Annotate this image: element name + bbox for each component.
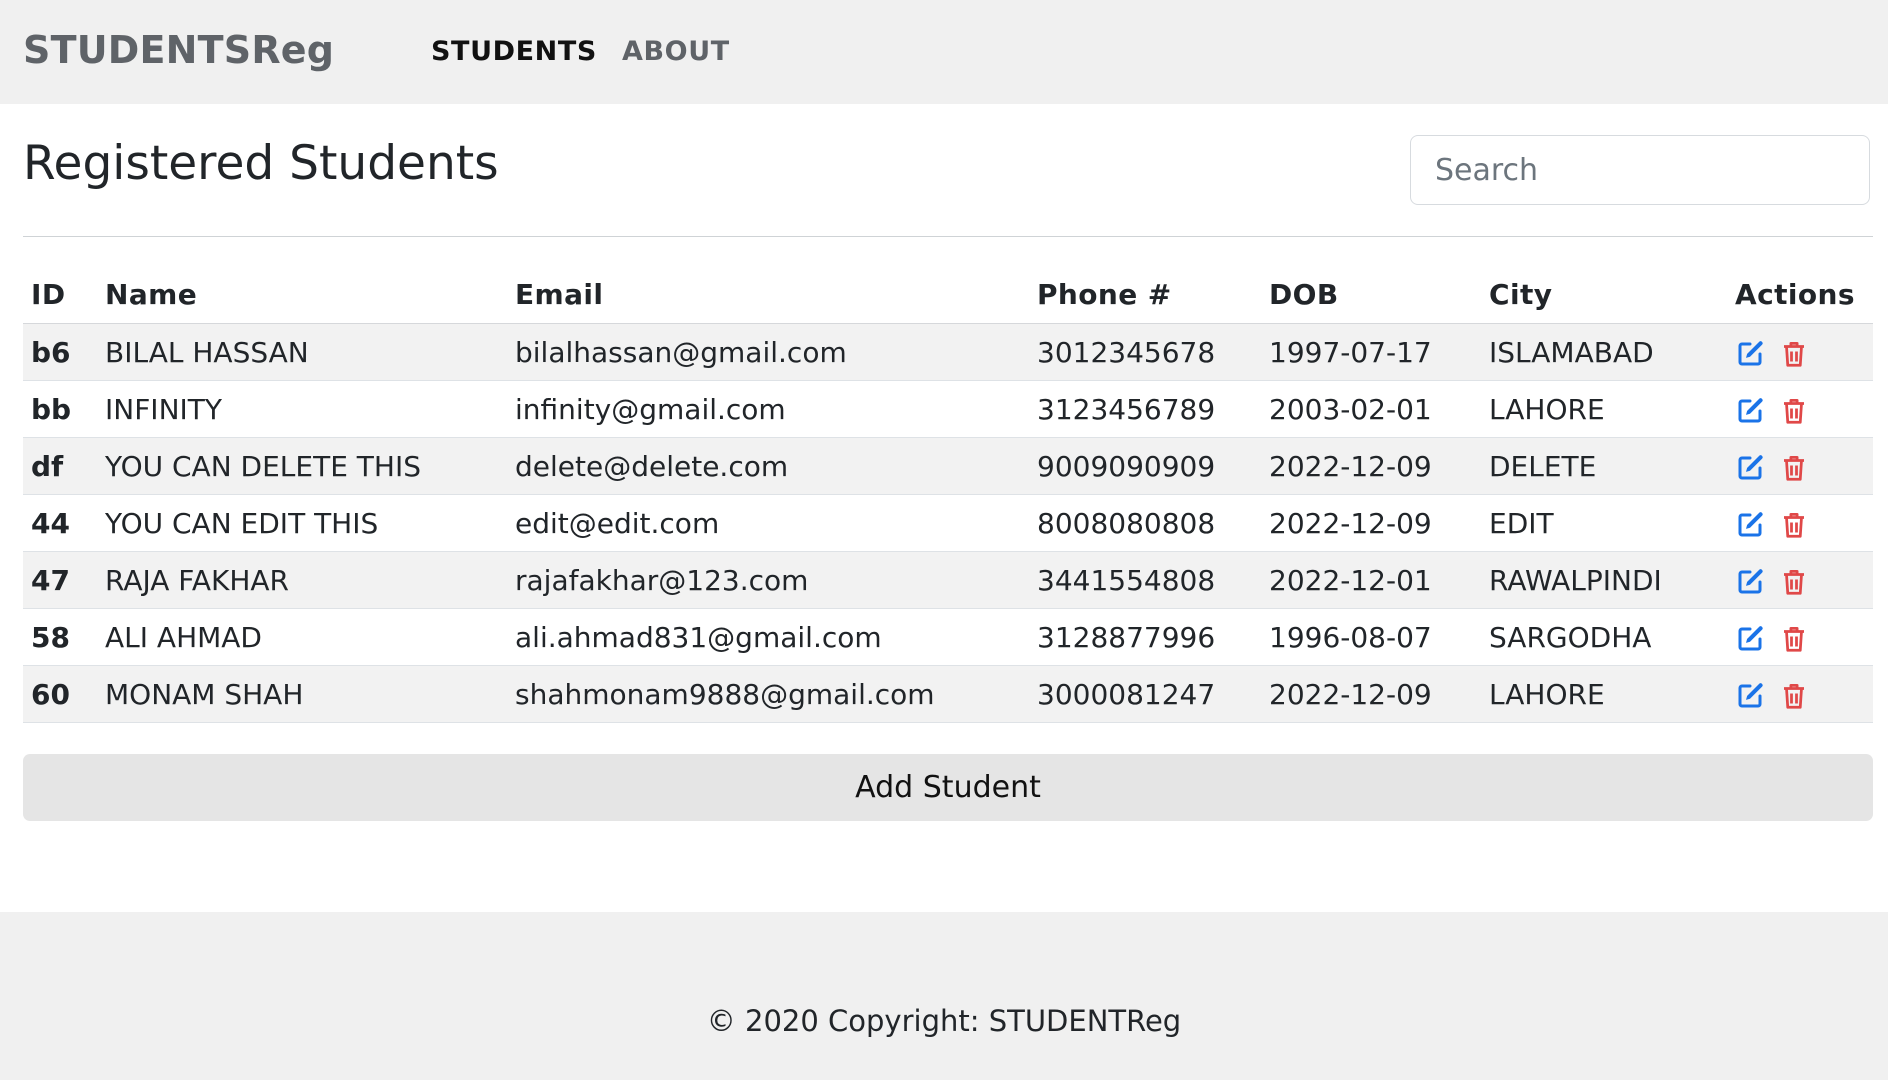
footer: © 2020 Copyright: STUDENTReg (0, 912, 1888, 1080)
trash-icon[interactable] (1779, 453, 1809, 483)
cell-city: LAHORE (1481, 665, 1727, 723)
edit-icon[interactable] (1735, 567, 1765, 597)
cell-phone: 3128877996 (1029, 608, 1261, 666)
table-row: 47 RAJA FAKHAR rajafakhar@123.com 344155480… (23, 551, 1873, 609)
cell-email: infinity@gmail.com (507, 380, 1029, 438)
column-header-email: Email (507, 266, 1029, 324)
edit-icon[interactable] (1735, 453, 1765, 483)
cell-dob: 2022-12-09 (1261, 437, 1481, 495)
cell-phone: 3000081247 (1029, 665, 1261, 723)
cell-city: LAHORE (1481, 380, 1727, 438)
trash-icon[interactable] (1779, 339, 1809, 369)
table-row: df YOU CAN DELETE THIS delete@delete.com 90… (23, 437, 1873, 495)
table-row: 44 YOU CAN EDIT THIS edit@edit.com 80080808… (23, 494, 1873, 552)
table-body: b6 BILAL HASSAN bilalhassan@gmail.com 30123… (23, 323, 1873, 723)
cell-dob: 2022-12-01 (1261, 551, 1481, 609)
cell-email: bilalhassan@gmail.com (507, 323, 1029, 381)
cell-name: RAJA FAKHAR (97, 551, 507, 609)
cell-city: SARGODHA (1481, 608, 1727, 666)
cell-actions (1727, 437, 1873, 495)
cell-id: bb (23, 380, 97, 438)
cell-dob: 1996-08-07 (1261, 608, 1481, 666)
cell-phone: 9009090909 (1029, 437, 1261, 495)
edit-icon[interactable] (1735, 681, 1765, 711)
cell-email: delete@delete.com (507, 437, 1029, 495)
cell-actions (1727, 551, 1873, 609)
cell-city: DELETE (1481, 437, 1727, 495)
cell-actions (1727, 608, 1873, 666)
trash-icon[interactable] (1779, 624, 1809, 654)
nav-link-students[interactable]: STUDENTS (431, 36, 597, 67)
cell-email: rajafakhar@123.com (507, 551, 1029, 609)
cell-dob: 2022-12-09 (1261, 665, 1481, 723)
cell-name: MONAM SHAH (97, 665, 507, 723)
edit-icon[interactable] (1735, 624, 1765, 654)
trash-icon[interactable] (1779, 681, 1809, 711)
cell-name: YOU CAN EDIT THIS (97, 494, 507, 552)
trash-icon[interactable] (1779, 396, 1809, 426)
cell-id: df (23, 437, 97, 495)
column-header-id: ID (23, 266, 97, 324)
students-table: ID Name Email Phone # DOB City Actions b… (23, 266, 1873, 723)
cell-actions (1727, 494, 1873, 552)
cell-actions (1727, 380, 1873, 438)
cell-id: 58 (23, 608, 97, 666)
divider (23, 236, 1873, 237)
table-row: b6 BILAL HASSAN bilalhassan@gmail.com 30123… (23, 323, 1873, 381)
page-title: Registered Students (23, 136, 499, 191)
table-row: 58 ALI AHMAD ali.ahmad831@gmail.com 3128877… (23, 608, 1873, 666)
column-header-city: City (1481, 266, 1727, 324)
cell-id: b6 (23, 323, 97, 381)
cell-dob: 2022-12-09 (1261, 494, 1481, 552)
cell-city: ISLAMABAD (1481, 323, 1727, 381)
edit-icon[interactable] (1735, 510, 1765, 540)
cell-phone: 8008080808 (1029, 494, 1261, 552)
cell-name: INFINITY (97, 380, 507, 438)
footer-copyright: © 2020 Copyright: STUDENTReg (706, 1004, 1182, 1038)
cell-phone: 3012345678 (1029, 323, 1261, 381)
cell-name: BILAL HASSAN (97, 323, 507, 381)
cell-email: ali.ahmad831@gmail.com (507, 608, 1029, 666)
nav-link-about[interactable]: ABOUT (622, 36, 730, 67)
cell-id: 60 (23, 665, 97, 723)
trash-icon[interactable] (1779, 567, 1809, 597)
add-student-button[interactable]: Add Student (23, 754, 1873, 821)
column-header-actions: Actions (1727, 266, 1873, 324)
cell-name: YOU CAN DELETE THIS (97, 437, 507, 495)
cell-phone: 3441554808 (1029, 551, 1261, 609)
cell-phone: 3123456789 (1029, 380, 1261, 438)
cell-city: RAWALPINDI (1481, 551, 1727, 609)
cell-dob: 1997-07-17 (1261, 323, 1481, 381)
table-row: 60 MONAM SHAH shahmonam9888@gmail.com 30000… (23, 665, 1873, 723)
search-input[interactable] (1410, 135, 1870, 205)
edit-icon[interactable] (1735, 339, 1765, 369)
cell-actions (1727, 323, 1873, 381)
navbar: STUDENTSReg STUDENTS ABOUT (0, 0, 1888, 104)
edit-icon[interactable] (1735, 396, 1765, 426)
cell-dob: 2003-02-01 (1261, 380, 1481, 438)
cell-actions (1727, 665, 1873, 723)
trash-icon[interactable] (1779, 510, 1809, 540)
cell-email: shahmonam9888@gmail.com (507, 665, 1029, 723)
cell-id: 47 (23, 551, 97, 609)
cell-city: EDIT (1481, 494, 1727, 552)
brand-logo[interactable]: STUDENTSReg (23, 28, 334, 72)
column-header-name: Name (97, 266, 507, 324)
cell-email: edit@edit.com (507, 494, 1029, 552)
column-header-phone: Phone # (1029, 266, 1261, 324)
table-row: bb INFINITY infinity@gmail.com 3123456789 20… (23, 380, 1873, 438)
cell-id: 44 (23, 494, 97, 552)
cell-name: ALI AHMAD (97, 608, 507, 666)
column-header-dob: DOB (1261, 266, 1481, 324)
table-header-row: ID Name Email Phone # DOB City Actions (23, 266, 1873, 324)
